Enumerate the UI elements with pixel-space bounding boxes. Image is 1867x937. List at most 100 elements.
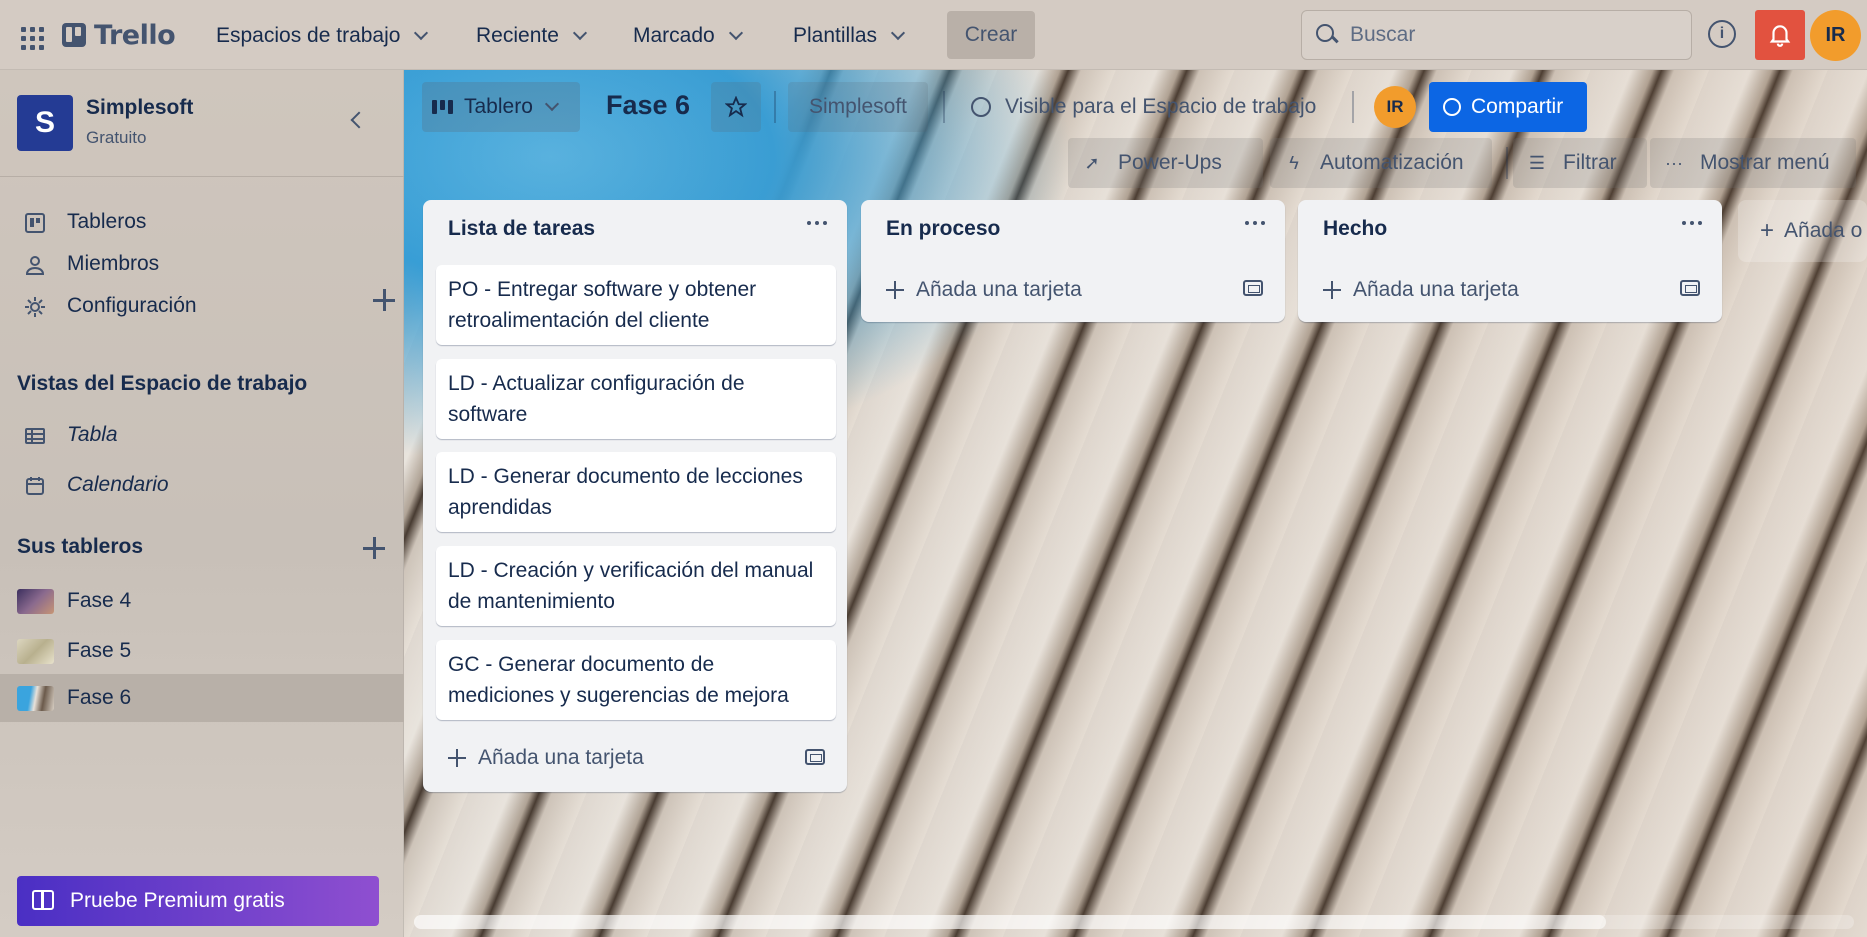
list-menu-icon[interactable] xyxy=(807,218,829,228)
nav-workspaces[interactable]: Espacios de trabajo xyxy=(210,17,432,55)
divider xyxy=(943,91,945,123)
workspace-header: S Simplesoft Gratuito xyxy=(0,70,404,177)
star-board-button[interactable] xyxy=(711,82,761,132)
automation-label: Automatización xyxy=(1320,151,1464,174)
add-card-button[interactable]: Añada una tarjeta xyxy=(886,275,1082,305)
collapse-sidebar-icon[interactable] xyxy=(350,111,368,129)
sidebar: S Simplesoft Gratuito Tableros Miembros … xyxy=(0,70,404,937)
card[interactable]: LD - Actualizar configuración de softwar… xyxy=(436,359,836,439)
add-card-button[interactable]: Añada una tarjeta xyxy=(1323,275,1519,305)
try-premium-button[interactable]: Pruebe Premium gratis xyxy=(17,876,379,926)
add-board-icon[interactable] xyxy=(363,537,385,559)
card[interactable]: LD - Generar documento de lecciones apre… xyxy=(436,452,836,532)
rocket-icon: ➚ xyxy=(1084,152,1100,173)
sidebar-item-boards[interactable]: Tableros xyxy=(0,198,404,246)
search-input[interactable]: Buscar xyxy=(1301,10,1692,60)
chevron-down-icon xyxy=(890,25,906,41)
board-thumbnail xyxy=(17,686,54,711)
show-menu-label: Mostrar menú xyxy=(1700,151,1830,174)
card-title: LD - Generar documento de lecciones apre… xyxy=(448,465,803,519)
plus-icon: + xyxy=(1760,217,1775,244)
card-template-icon[interactable] xyxy=(805,749,825,765)
share-button[interactable]: Compartir xyxy=(1429,82,1587,132)
view-label: Tablero xyxy=(464,95,533,118)
nav-recent-label: Reciente xyxy=(476,24,559,47)
chevron-down-icon xyxy=(572,25,587,41)
boards-heading: Sus tableros xyxy=(17,535,144,558)
sidebar-item-label: Fase 6 xyxy=(67,686,132,709)
trello-logo[interactable]: Trello xyxy=(62,18,176,52)
workspace-button[interactable]: Simplesoft xyxy=(788,82,928,132)
sidebar-item-members[interactable]: Miembros xyxy=(0,240,404,288)
add-list-label: Añada o xyxy=(1784,219,1863,242)
app-switcher-icon[interactable] xyxy=(14,22,44,50)
member-avatar[interactable]: IR xyxy=(1374,86,1416,128)
workspace-logo[interactable]: S xyxy=(17,95,73,151)
card[interactable]: LD - Creación y verificación del manual … xyxy=(436,546,836,626)
card[interactable]: PO - Entregar software y obtener retroal… xyxy=(436,265,836,345)
sidebar-item-table[interactable]: Tabla xyxy=(0,411,404,459)
notifications-button[interactable] xyxy=(1755,10,1805,60)
sidebar-board-fase-6[interactable]: Fase 6 xyxy=(0,674,404,722)
sidebar-item-calendar[interactable]: Calendario xyxy=(0,461,404,509)
add-card-button[interactable]: Añada una tarjeta xyxy=(448,743,644,773)
sidebar-board-fase-5[interactable]: Fase 5 xyxy=(0,627,404,675)
card-title: GC - Generar documento de mediciones y s… xyxy=(448,653,789,707)
card-template-icon[interactable] xyxy=(1243,280,1263,296)
list-menu-icon[interactable] xyxy=(1245,218,1267,228)
people-icon xyxy=(971,97,991,117)
search-placeholder: Buscar xyxy=(1350,23,1416,46)
nav-templates[interactable]: Plantillas xyxy=(787,17,909,55)
sidebar-board-fase-4[interactable]: Fase 4 xyxy=(0,577,404,625)
gear-icon xyxy=(25,297,45,317)
list-title[interactable]: En proceso xyxy=(886,217,1000,241)
more-icon: ··· xyxy=(1665,152,1683,173)
card-template-icon[interactable] xyxy=(1680,280,1700,296)
board-thumbnail xyxy=(17,589,54,614)
list-title[interactable]: Hecho xyxy=(1323,217,1387,241)
view-switcher-button[interactable]: Tablero xyxy=(422,82,580,132)
show-menu-button[interactable]: ··· Mostrar menú xyxy=(1650,138,1856,188)
filter-button[interactable]: ☰ Filtrar xyxy=(1513,138,1647,188)
create-button[interactable]: Crear xyxy=(947,11,1035,59)
list-in-progress: En proceso Añada una tarjeta xyxy=(861,200,1285,322)
scrollbar-thumb[interactable] xyxy=(414,915,1606,929)
add-list-button[interactable]: + Añada o xyxy=(1738,200,1867,262)
board-header: Tablero Fase 6 Simplesoft Visible para e… xyxy=(404,70,1867,200)
user-avatar[interactable]: IR xyxy=(1810,10,1861,61)
views-heading: Vistas del Espacio de trabajo xyxy=(17,372,308,395)
plus-icon xyxy=(886,281,904,299)
nav-recent[interactable]: Reciente xyxy=(470,17,591,55)
automation-button[interactable]: ϟ Automatización xyxy=(1270,138,1492,188)
filter-icon: ☰ xyxy=(1528,152,1546,173)
nav-workspaces-label: Espacios de trabajo xyxy=(216,24,401,47)
card-title: LD - Actualizar configuración de softwar… xyxy=(448,372,745,426)
add-card-label: Añada una tarjeta xyxy=(1353,278,1519,301)
trello-logo-icon xyxy=(62,23,86,47)
nav-templates-label: Plantillas xyxy=(793,24,878,47)
search-icon xyxy=(1316,24,1338,46)
bell-icon xyxy=(1769,25,1791,47)
power-ups-label: Power-Ups xyxy=(1118,151,1222,174)
top-navbar: Trello Espacios de trabajo Reciente Marc… xyxy=(0,0,1867,70)
card[interactable]: GC - Generar documento de mediciones y s… xyxy=(436,640,836,720)
sidebar-item-label: Tableros xyxy=(67,210,147,233)
sidebar-item-settings[interactable]: Configuración xyxy=(0,282,404,330)
divider xyxy=(1506,147,1508,179)
nav-starred[interactable]: Marcado xyxy=(627,17,747,55)
sidebar-item-label: Fase 4 xyxy=(67,589,132,612)
visibility-label: Visible para el Espacio de trabajo xyxy=(1005,95,1317,118)
nav-starred-label: Marcado xyxy=(633,24,715,47)
power-ups-button[interactable]: ➚ Power-Ups xyxy=(1068,138,1263,188)
horizontal-scrollbar[interactable] xyxy=(414,915,1854,929)
board-title[interactable]: Fase 6 xyxy=(606,90,690,121)
info-icon[interactable]: i xyxy=(1708,20,1736,48)
list-title[interactable]: Lista de tareas xyxy=(448,217,595,241)
add-card-label: Añada una tarjeta xyxy=(478,746,644,769)
list-to-do: Lista de tareas PO - Entregar software y… xyxy=(423,200,847,792)
plus-icon xyxy=(1323,281,1341,299)
visibility-button[interactable]: Visible para el Espacio de trabajo xyxy=(959,82,1329,132)
card-title: LD - Creación y verificación del manual … xyxy=(448,559,814,613)
person-icon xyxy=(25,256,45,275)
list-menu-icon[interactable] xyxy=(1682,218,1704,228)
